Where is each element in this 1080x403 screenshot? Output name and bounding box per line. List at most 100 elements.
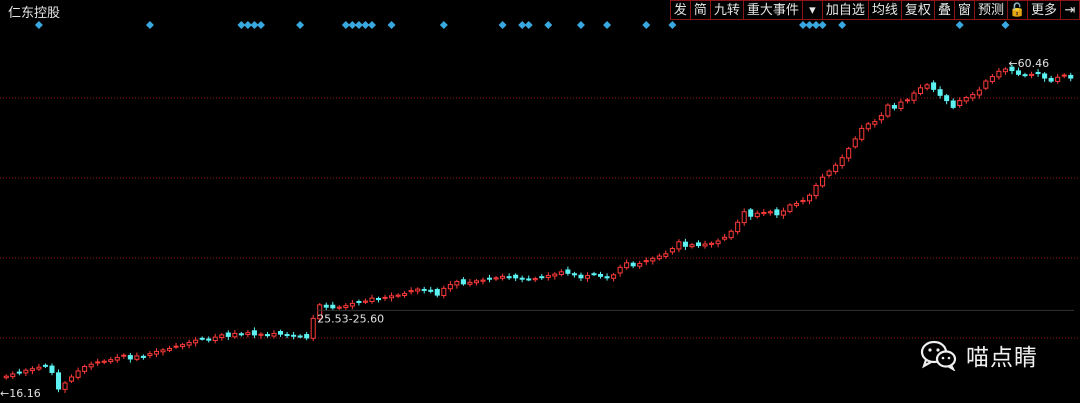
candle-up bbox=[669, 248, 675, 253]
candle-down bbox=[127, 355, 133, 360]
candle-down bbox=[278, 331, 284, 335]
candle-up bbox=[69, 376, 75, 382]
candle-up bbox=[369, 297, 375, 302]
event-diamond-icon[interactable] bbox=[603, 21, 612, 29]
candle-up bbox=[676, 241, 682, 250]
toolbar-overlay-button[interactable]: 叠 bbox=[933, 0, 954, 20]
event-diamond-icon[interactable] bbox=[524, 21, 533, 29]
candle-up bbox=[878, 115, 884, 121]
event-diamond-icon[interactable] bbox=[367, 21, 376, 29]
event-diamond-icon[interactable] bbox=[818, 21, 827, 29]
candle-down bbox=[251, 330, 257, 336]
candle-down bbox=[1042, 73, 1048, 79]
candle-down bbox=[1068, 74, 1074, 79]
candle-up bbox=[728, 230, 734, 239]
candle-down bbox=[682, 241, 688, 247]
toolbar-add-watchlist-button[interactable]: 加自选 bbox=[821, 0, 868, 20]
gap-range-label: 25.53-25.60 bbox=[317, 312, 384, 325]
event-diamond-icon[interactable] bbox=[838, 21, 847, 29]
candle-down bbox=[944, 95, 950, 102]
candle-up bbox=[663, 253, 669, 257]
event-diamond-icon[interactable] bbox=[668, 21, 677, 29]
candle-down bbox=[565, 269, 571, 274]
candle-down bbox=[774, 209, 780, 216]
candle-up bbox=[976, 89, 982, 96]
toolbar-moving-average-button[interactable]: 均线 bbox=[867, 0, 901, 20]
candle-down bbox=[1022, 74, 1028, 77]
high-price-label: ←60.46 bbox=[1008, 57, 1049, 70]
candle-up bbox=[859, 127, 865, 140]
candle-up bbox=[650, 257, 656, 262]
toolbar-window-button[interactable]: 窗 bbox=[953, 0, 974, 20]
candle-up bbox=[258, 333, 264, 336]
candle-up bbox=[467, 281, 473, 285]
event-markers[interactable] bbox=[34, 21, 1080, 29]
candle-up bbox=[134, 355, 140, 360]
event-diamond-icon[interactable] bbox=[642, 21, 651, 29]
candle-down bbox=[323, 304, 329, 308]
candle-down bbox=[513, 274, 519, 279]
candle-down bbox=[55, 372, 62, 390]
candle-up bbox=[108, 359, 114, 363]
candle-down bbox=[49, 365, 55, 373]
candle-up bbox=[493, 277, 499, 280]
candle-up bbox=[970, 94, 976, 99]
toolbar-adjust-button[interactable]: 复权 bbox=[900, 0, 934, 20]
candle-up bbox=[153, 350, 159, 355]
event-diamond-icon[interactable] bbox=[387, 21, 396, 29]
candle-up bbox=[62, 382, 68, 390]
candle-up bbox=[754, 212, 760, 218]
candle-up bbox=[558, 271, 564, 275]
candle-down bbox=[375, 297, 382, 301]
event-diamond-icon[interactable] bbox=[34, 21, 43, 29]
event-diamond-icon[interactable] bbox=[145, 21, 154, 29]
candle-up bbox=[88, 363, 94, 368]
lock-icon[interactable]: 🔓 bbox=[1006, 0, 1027, 20]
toolbar-forecast-button[interactable]: 预测 bbox=[973, 0, 1007, 20]
event-diamond-icon[interactable] bbox=[296, 21, 305, 29]
candles bbox=[3, 64, 1074, 394]
toolbar-more-button[interactable]: 更多 bbox=[1026, 0, 1060, 20]
candle-up bbox=[180, 344, 186, 348]
candle-down bbox=[539, 276, 545, 279]
toolbar-jiuzhuan-button[interactable]: 九转 bbox=[709, 0, 743, 20]
candle-up bbox=[1061, 74, 1067, 77]
candle-up bbox=[193, 339, 199, 344]
event-diamond-icon[interactable] bbox=[439, 21, 448, 29]
toolbar-fa-button[interactable]: 发 bbox=[669, 0, 690, 20]
candle-up bbox=[833, 164, 839, 173]
candle-up bbox=[121, 354, 127, 357]
event-diamond-icon[interactable] bbox=[955, 21, 964, 29]
candle-up bbox=[722, 236, 728, 240]
candle-up bbox=[160, 349, 166, 353]
event-diamond-icon[interactable] bbox=[256, 21, 265, 29]
event-diamond-icon[interactable] bbox=[498, 21, 507, 29]
watermark: 喵点睛 bbox=[920, 338, 1038, 372]
candle-up bbox=[898, 101, 904, 109]
candle-up bbox=[232, 332, 238, 338]
candle-down bbox=[1035, 71, 1041, 75]
candle-up bbox=[29, 368, 35, 372]
event-diamond-icon[interactable] bbox=[544, 21, 553, 29]
candle-up bbox=[584, 275, 591, 279]
toolbar-events-dropdown[interactable]: ▾ bbox=[801, 0, 822, 20]
candle-down bbox=[206, 338, 212, 341]
candle-up bbox=[545, 275, 551, 278]
candle-down bbox=[630, 262, 636, 267]
candle-down bbox=[356, 300, 362, 303]
candle-up bbox=[219, 334, 225, 339]
candle-up bbox=[343, 305, 349, 309]
event-diamond-icon[interactable] bbox=[1001, 21, 1010, 29]
collapse-arrow-icon[interactable]: ⇥ bbox=[1060, 0, 1080, 20]
toolbar-jian-button[interactable]: 简 bbox=[689, 0, 710, 20]
candle-down bbox=[526, 278, 532, 281]
candle-down bbox=[937, 89, 943, 96]
toolbar-major-events-button[interactable]: 重大事件 bbox=[742, 0, 802, 20]
candle-up bbox=[147, 353, 153, 357]
candle-up bbox=[735, 221, 741, 233]
candle-up bbox=[395, 294, 401, 297]
candle-down bbox=[591, 273, 597, 276]
event-diamond-icon[interactable] bbox=[576, 21, 585, 29]
candle-up bbox=[918, 87, 924, 94]
candle-up bbox=[271, 332, 277, 337]
